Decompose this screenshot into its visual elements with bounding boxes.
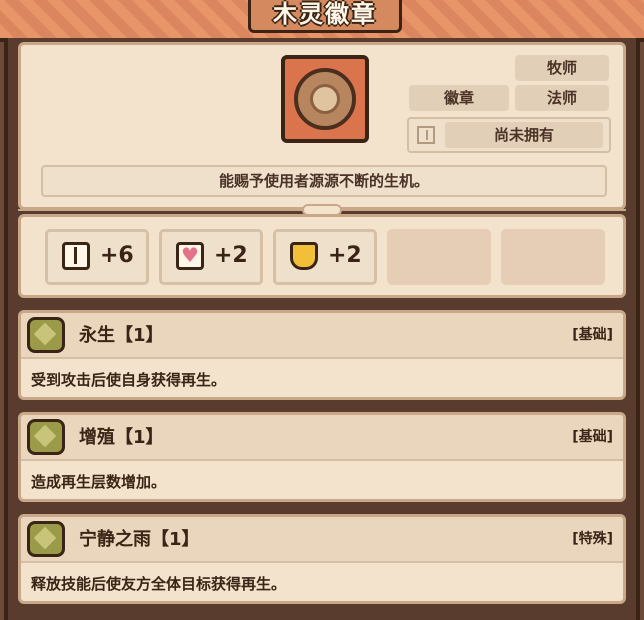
skill-card-tranquil-rain[interactable]: 宁静之雨【1】 [特殊] 释放技能后使友方全体目标获得再生。 <box>18 514 626 604</box>
skill-gem-icon <box>27 521 65 557</box>
skill-name: 宁静之雨【1】 <box>79 529 200 550</box>
stat-slot-book: +6 <box>45 229 149 285</box>
item-title: 木灵徽章 <box>273 0 377 28</box>
skill-name: 增殖【1】 <box>79 427 164 448</box>
title-banner: 木灵徽章 <box>0 0 644 42</box>
title-plate: 木灵徽章 <box>248 0 402 33</box>
heart-icon <box>176 242 204 270</box>
inventory-slot-icon <box>417 126 435 144</box>
stat-value: +2 <box>214 243 248 268</box>
wood-spirit-badge-icon <box>281 55 369 143</box>
stats-panel: +6 +2 +2 <box>18 214 626 298</box>
skill-type: [特殊] <box>572 531 613 547</box>
class-tag-mage: 法师 <box>515 85 609 111</box>
stat-slot-empty <box>501 229 605 285</box>
stat-value: +6 <box>100 243 134 268</box>
item-description: 能赐予使用者源源不断的生机。 <box>41 165 607 197</box>
skill-type: [基础] <box>572 327 613 343</box>
stat-value: +2 <box>328 243 362 268</box>
skill-name: 永生【1】 <box>79 325 164 346</box>
skill-card-immortal[interactable]: 永生【1】 [基础] 受到攻击后使自身获得再生。 <box>18 310 626 400</box>
item-info-panel: 牧师 徽章 法师 尚未拥有 能赐予使用者源源不断的生机。 <box>18 42 626 210</box>
class-tag-priest: 牧师 <box>515 55 609 81</box>
book-icon <box>62 242 90 270</box>
skill-gem-icon <box>27 317 65 353</box>
skill-type: [基础] <box>572 429 613 445</box>
category-tag: 徽章 <box>409 85 509 111</box>
shield-icon <box>290 242 318 270</box>
ownership-status: 尚未拥有 <box>407 117 611 153</box>
skill-gem-icon <box>27 419 65 455</box>
ownership-label: 尚未拥有 <box>445 122 603 148</box>
stat-slot-shield: +2 <box>273 229 377 285</box>
skill-description: 造成再生层数增加。 <box>31 473 167 491</box>
skill-description: 释放技能后使友方全体目标获得再生。 <box>31 575 287 593</box>
skill-card-proliferate[interactable]: 增殖【1】 [基础] 造成再生层数增加。 <box>18 412 626 502</box>
stat-slot-empty <box>387 229 491 285</box>
stat-slot-heart: +2 <box>159 229 263 285</box>
skill-description: 受到攻击后使自身获得再生。 <box>31 371 227 389</box>
